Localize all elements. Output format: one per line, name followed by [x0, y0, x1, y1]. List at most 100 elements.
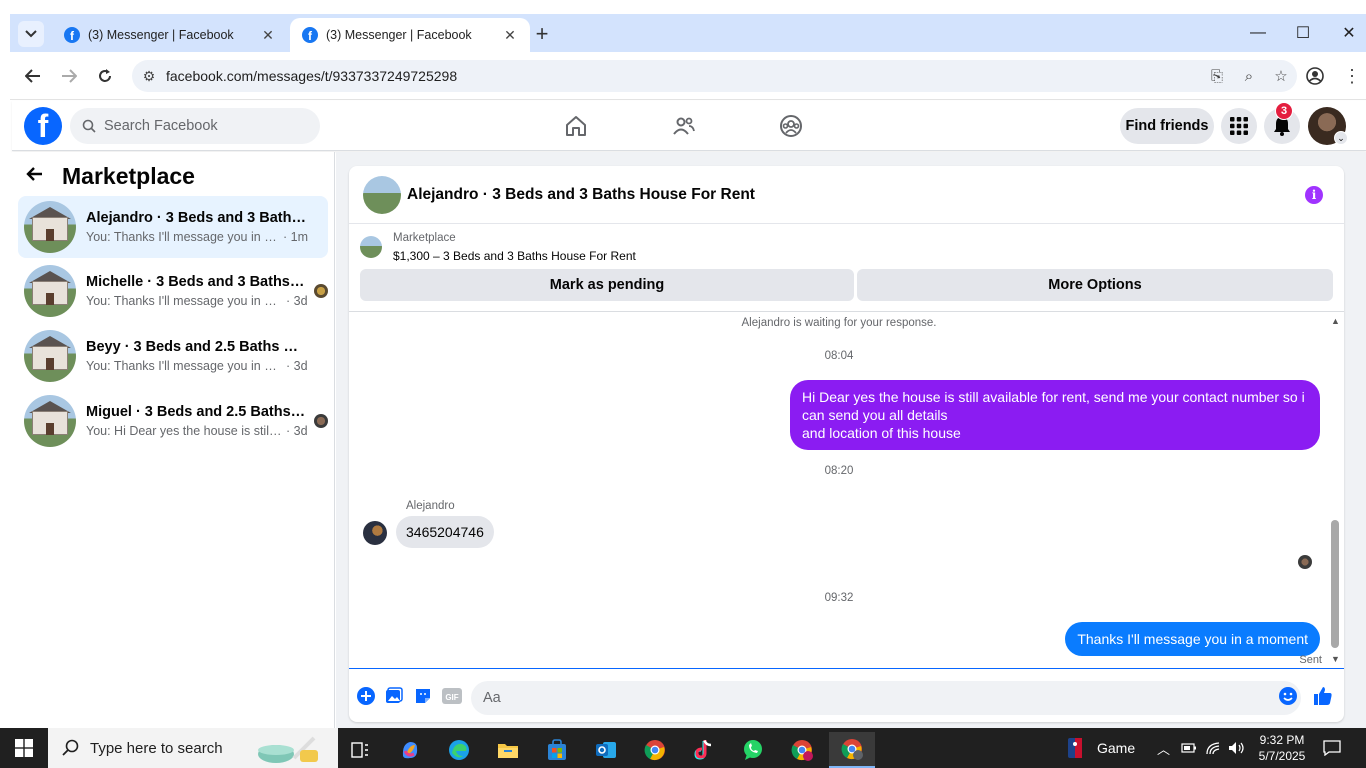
tab-search-button[interactable]	[18, 21, 44, 47]
message-text: and location of this house	[802, 425, 961, 441]
listing-avatar[interactable]	[363, 175, 401, 214]
show-hidden-icons-icon[interactable]: ︿	[1157, 728, 1170, 768]
conversation-name: Alejandro · 3 Beds and 3 Baths House For…	[86, 210, 308, 226]
battery-icon[interactable]	[1181, 728, 1197, 768]
bookmark-star-icon[interactable]: ☆	[1265, 67, 1297, 85]
notification-center-icon[interactable]	[1323, 728, 1341, 768]
incoming-message[interactable]: 3465204746	[396, 516, 494, 548]
notification-badge: 3	[1275, 102, 1293, 120]
whatsapp-icon[interactable]	[733, 732, 773, 768]
file-explorer-icon[interactable]	[488, 732, 528, 768]
find-friends-button[interactable]: Find friends	[1120, 108, 1214, 144]
listing-summary[interactable]: Marketplace $1,300 – 3 Beds and 3 Baths …	[360, 232, 636, 263]
message-input[interactable]	[471, 681, 1301, 715]
nba-game-widget[interactable]: Game	[1068, 728, 1135, 768]
info-icon[interactable]: i	[1305, 186, 1323, 204]
listing-price-title: $1,300 – 3 Beds and 3 Baths House For Re…	[393, 249, 636, 263]
outgoing-message[interactable]: Thanks I'll message you in a moment	[1065, 622, 1320, 656]
outgoing-message[interactable]: Hi Dear yes the house is still available…	[790, 380, 1320, 450]
search-input[interactable]	[104, 118, 294, 134]
install-app-icon[interactable]: ⎘	[1201, 68, 1233, 85]
outlook-icon[interactable]	[586, 732, 626, 768]
back-arrow-icon[interactable]	[21, 64, 45, 88]
scrollbar-thumb[interactable]	[1331, 520, 1339, 648]
chevron-down-icon[interactable]: ⌄	[1334, 131, 1348, 145]
facebook-logo-icon[interactable]: f	[24, 107, 62, 145]
profile-icon[interactable]	[1303, 64, 1327, 88]
tiktok-icon[interactable]	[684, 732, 724, 768]
conversation-name: Miguel · 3 Beds and 2.5 Baths House For …	[86, 404, 308, 420]
forward-arrow-icon[interactable]	[57, 64, 81, 88]
microsoft-store-icon[interactable]	[537, 732, 577, 768]
panel-header: Marketplace	[26, 160, 195, 192]
scroll-down-icon[interactable]: ▼	[1331, 654, 1340, 664]
plus-circle-icon[interactable]	[356, 686, 376, 706]
close-tab-icon[interactable]: ✕	[260, 27, 276, 44]
close-tab-icon[interactable]: ✕	[502, 27, 518, 44]
svg-text:GIF: GIF	[445, 693, 458, 702]
groups-nav-icon[interactable]	[768, 109, 814, 143]
zoom-icon[interactable]: ⌕	[1233, 68, 1265, 85]
edge-browser-icon[interactable]	[439, 732, 479, 768]
sender-avatar[interactable]	[363, 521, 387, 545]
emoji-icon[interactable]	[1278, 686, 1298, 706]
gif-icon[interactable]: GIF	[442, 686, 462, 706]
new-tab-plus-icon[interactable]: +	[530, 21, 554, 46]
listing-thumbnail	[24, 201, 76, 253]
friends-nav-icon[interactable]	[661, 109, 707, 143]
back-arrow-icon[interactable]	[26, 165, 54, 188]
scroll-up-icon[interactable]: ▲	[1331, 316, 1340, 326]
home-nav-icon[interactable]	[553, 109, 599, 143]
minimize-icon[interactable]: —	[1235, 22, 1281, 44]
address-bar[interactable]: ⚙ facebook.com/messages/t/93373372497252…	[132, 60, 1297, 92]
facebook-search[interactable]	[70, 108, 320, 144]
chevron-down-icon	[25, 30, 37, 38]
maximize-icon[interactable]: ☐	[1280, 22, 1326, 44]
chrome-active-icon[interactable]	[829, 732, 875, 768]
listing-thumbnail	[360, 236, 382, 258]
system-clock[interactable]: 9:32 PM 5/7/2025	[1256, 732, 1308, 764]
conversation-time: · 3d	[286, 359, 308, 373]
mark-as-pending-button[interactable]: Mark as pending	[360, 269, 854, 301]
taskbar-search[interactable]: Type here to search	[48, 728, 338, 768]
listing-category: Marketplace	[393, 232, 456, 244]
site-info-icon[interactable]: ⚙	[132, 68, 166, 85]
menu-grid-button[interactable]	[1221, 108, 1257, 144]
conversation-item[interactable]: Michelle · 3 Beds and 3 Baths House For …	[18, 260, 328, 322]
kebab-menu-icon[interactable]: ⋮	[1340, 64, 1364, 88]
volume-icon[interactable]	[1228, 728, 1246, 768]
close-window-icon[interactable]: ✕	[1326, 22, 1366, 44]
conversation-time: · 3d	[286, 294, 308, 308]
conversation-snippet: You: Thanks I'll message you in a moment	[86, 359, 282, 373]
message-scrollbar[interactable]: ▲ ▼	[1329, 316, 1341, 666]
thumbs-up-icon[interactable]	[1313, 686, 1333, 706]
read-receipt-avatar	[1298, 555, 1312, 569]
chat-title[interactable]: Alejandro · 3 Beds and 3 Baths House For…	[407, 186, 755, 204]
game-label: Game	[1097, 740, 1136, 756]
reload-icon[interactable]	[93, 64, 117, 88]
task-view-icon[interactable]	[340, 732, 380, 768]
photo-icon[interactable]	[384, 686, 404, 706]
chrome-profile-icon[interactable]	[782, 732, 822, 768]
listing-thumbnail	[24, 395, 76, 447]
sender-name: Alejandro	[406, 500, 455, 512]
search-icon	[82, 119, 96, 133]
conversation-name: Michelle · 3 Beds and 3 Baths House For …	[86, 274, 308, 290]
conversation-item[interactable]: Miguel · 3 Beds and 2.5 Baths House For …	[18, 390, 328, 452]
conversation-item[interactable]: Alejandro · 3 Beds and 3 Baths House For…	[18, 196, 328, 258]
copilot-icon[interactable]	[390, 732, 430, 768]
clock-date: 5/7/2025	[1258, 749, 1306, 763]
conversation-item[interactable]: Beyy · 3 Beds and 2.5 Baths House For Re…	[18, 325, 328, 387]
browser-tab-1[interactable]: f (3) Messenger | Facebook ✕	[52, 18, 288, 52]
timestamp: 09:32	[824, 592, 854, 604]
more-options-button[interactable]: More Options	[857, 269, 1333, 301]
clock-time: 9:32 PM	[1259, 733, 1305, 747]
browser-tab-2[interactable]: f (3) Messenger | Facebook ✕	[290, 18, 530, 52]
search-highlight-icon	[254, 732, 330, 764]
sticker-icon[interactable]	[413, 686, 433, 706]
delivery-status: Sent	[1299, 654, 1322, 666]
chrome-icon[interactable]	[635, 732, 675, 768]
windows-start-icon[interactable]	[0, 728, 48, 768]
wifi-icon[interactable]	[1205, 728, 1221, 768]
facebook-header: f Find friends ⌄	[12, 101, 1366, 151]
